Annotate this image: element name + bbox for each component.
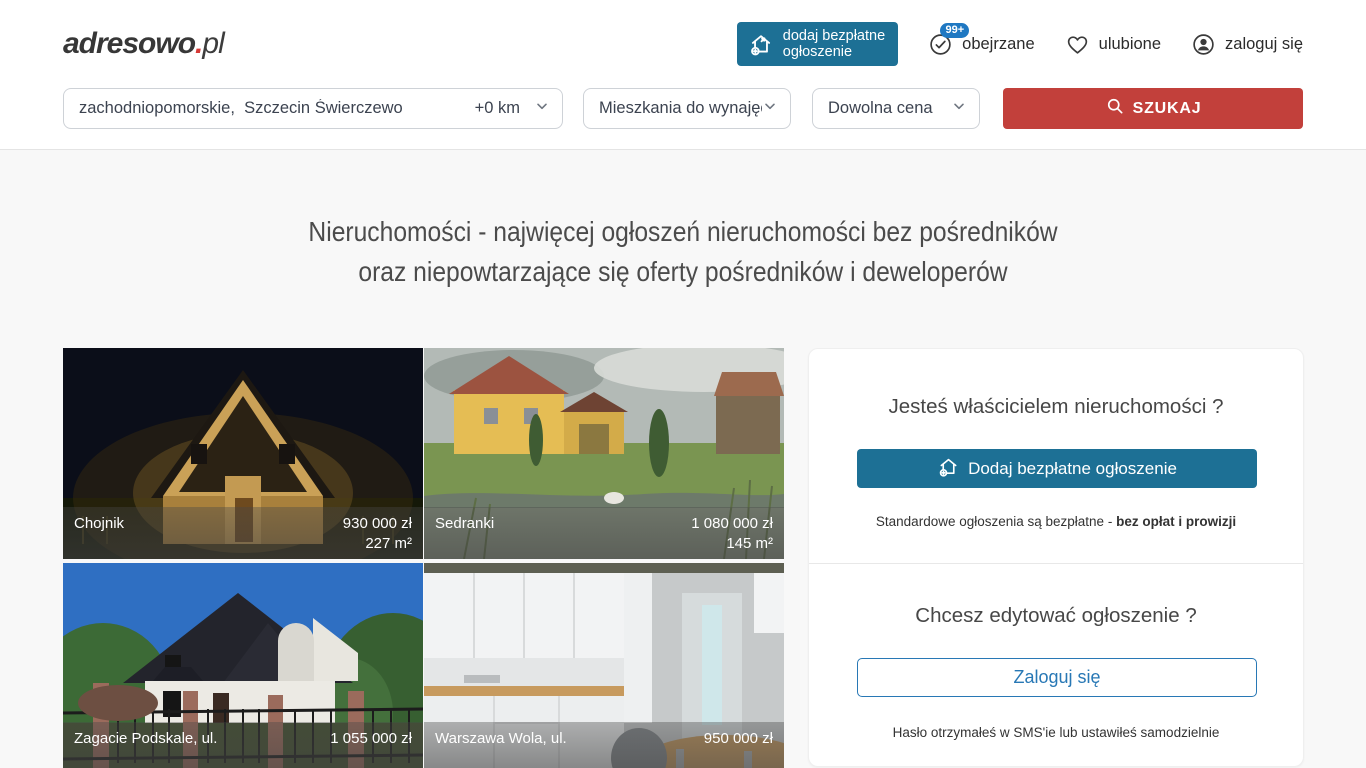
add-listing-button[interactable]: dodaj bezpłatne ogłoszenie (737, 22, 898, 66)
add-listing-label-line2: ogłoszenie (783, 44, 852, 60)
login-button[interactable]: Zaloguj się (857, 658, 1257, 697)
main-content: Nieruchomości - najwięcej ogłoszeń nieru… (0, 150, 1366, 768)
listing-price: 930 000 zł (343, 514, 412, 534)
listing-name: Chojnik (74, 514, 124, 534)
nav-login-label: zaloguj się (1225, 35, 1303, 54)
price-select[interactable]: Dowolna cena (812, 88, 980, 129)
listing-card[interactable]: Warszawa Wola, ul. 950 000 zł (424, 563, 784, 768)
site-logo[interactable]: adresowo.pl (63, 27, 224, 61)
nav-favorites-label: ulubione (1099, 35, 1161, 54)
chevron-down-icon (534, 98, 550, 119)
top-bar: adresowo.pl dodaj bezpłatne ogłoszenie (0, 0, 1366, 88)
nav-viewed-label: obejrzane (962, 35, 1034, 54)
listing-overlay: Warszawa Wola, ul. 950 000 zł (424, 722, 784, 768)
logo-tld: pl (202, 27, 223, 60)
user-icon (1191, 32, 1216, 57)
add-free-listing-button[interactable]: Dodaj bezpłatne ogłoszenie (857, 449, 1257, 488)
radius-value: +0 km (475, 99, 520, 118)
owner-section: Jesteś właścicielem nieruchomości ? Doda… (809, 349, 1303, 563)
listing-overlay: Chojnik 930 000 zł 227 m² (63, 507, 423, 559)
listing-area: 227 m² (74, 534, 412, 554)
category-select[interactable]: Mieszkania do wynajęc (583, 88, 791, 129)
listings-grid: Chojnik 930 000 zł 227 m² (63, 348, 784, 768)
heart-icon (1065, 32, 1090, 57)
login-button-label: Zaloguj się (1013, 667, 1100, 688)
edit-title: Chcesz edytować ogłoszenie ? (857, 604, 1255, 628)
search-button-label: SZUKAJ (1133, 100, 1202, 118)
listing-overlay: Zagacie Podskale, ul. 1 055 000 zł (63, 722, 423, 768)
owner-note: Standardowe ogłoszenia są bezpłatne - be… (857, 514, 1255, 529)
listing-area: 145 m² (435, 534, 773, 554)
search-bar: zachodniopomorskie, Szczecin Świerczewo … (0, 88, 1366, 150)
location-input[interactable]: zachodniopomorskie, Szczecin Świerczewo … (63, 88, 563, 129)
edit-section: Chcesz edytować ogłoszenie ? Zaloguj się… (809, 564, 1303, 766)
listing-price: 950 000 zł (704, 729, 773, 749)
house-add-icon (937, 455, 960, 483)
listing-name: Sedranki (435, 514, 494, 534)
search-icon (1105, 96, 1125, 121)
page-title: Nieruchomości - najwięcej ogłoszeń nieru… (82, 212, 1284, 292)
listing-card[interactable]: Sedranki 1 080 000 zł 145 m² (424, 348, 784, 559)
price-value: Dowolna cena (828, 99, 951, 118)
nav-login[interactable]: zaloguj się (1191, 32, 1303, 57)
listing-card[interactable]: Chojnik 930 000 zł 227 m² (63, 348, 423, 559)
listing-name: Zagacie Podskale, ul. (74, 729, 217, 749)
listing-card[interactable]: Zagacie Podskale, ul. 1 055 000 zł (63, 563, 423, 768)
nav-favorites[interactable]: ulubione (1065, 32, 1161, 57)
chevron-down-icon (951, 98, 967, 119)
check-circle-icon: 99+ (928, 32, 953, 57)
search-button[interactable]: SZUKAJ (1003, 88, 1303, 129)
listing-name: Warszawa Wola, ul. (435, 729, 567, 749)
listing-overlay: Sedranki 1 080 000 zł 145 m² (424, 507, 784, 559)
owner-title: Jesteś właścicielem nieruchomości ? (857, 395, 1255, 419)
add-listing-label-line1: dodaj bezpłatne (783, 28, 885, 44)
viewed-count-badge: 99+ (940, 23, 969, 38)
listing-price: 1 055 000 zł (330, 729, 412, 749)
nav-viewed[interactable]: 99+ obejrzane (928, 32, 1034, 57)
owner-panel: Jesteś właścicielem nieruchomości ? Doda… (808, 348, 1304, 767)
add-free-listing-label: Dodaj bezpłatne ogłoszenie (968, 459, 1177, 479)
logo-text: adresowo (63, 27, 195, 60)
chevron-down-icon (762, 98, 778, 119)
edit-note: Hasło otrzymałeś w SMS'ie lub ustawiłeś … (857, 725, 1255, 740)
category-value: Mieszkania do wynajęc (599, 99, 762, 118)
location-value: zachodniopomorskie, Szczecin Świerczewo (79, 99, 475, 118)
house-add-icon (748, 31, 774, 57)
listing-price: 1 080 000 zł (691, 514, 773, 534)
